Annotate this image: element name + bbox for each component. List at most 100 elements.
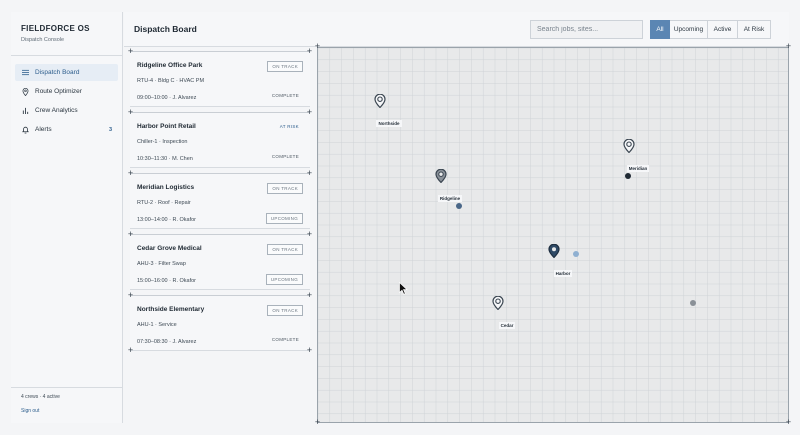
job-time: 09:00–10:00 · J. Alvarez [137, 95, 197, 101]
sidebar-footer: 4 crews · 4 active Sign out [11, 387, 122, 423]
crosshair-icon: + [127, 290, 134, 300]
crosshair-icon: + [127, 46, 134, 56]
sign-out-link[interactable]: Sign out [21, 408, 112, 414]
sidebar: FIELDFORCE OS Dispatch Console Dispatch … [11, 12, 123, 423]
map-pin-label: Cedar [498, 322, 516, 329]
divider [130, 234, 310, 235]
location-pin-icon [548, 244, 560, 258]
divider [130, 295, 310, 296]
page-title: Dispatch Board [134, 24, 197, 34]
phase-badge: COMPLETE [271, 154, 299, 159]
divider [130, 112, 310, 113]
map-pin-label: Northside [376, 120, 402, 127]
crosshair-icon: + [785, 417, 792, 427]
job-name: Ridgeline Office Park [137, 62, 203, 69]
map-pin-cedar[interactable]: Cedar [492, 296, 522, 332]
status-badge: ON TRACK [267, 61, 303, 72]
job-description: RTU-4 · Bldg C · HVAC PM [137, 78, 205, 84]
search-input[interactable] [530, 20, 643, 39]
crosshair-icon: + [306, 290, 313, 300]
job-card[interactable]: + + Meridian Logistics RTU-2 · Roof · Re… [128, 169, 312, 229]
job-name: Northside Elementary [137, 306, 205, 313]
job-description: Chiller-1 · Inspection [137, 139, 188, 145]
crosshair-icon: + [306, 229, 313, 239]
crosshair-icon: + [785, 41, 792, 51]
job-list: + + Ridgeline Office Park RTU-4 · Bldg C… [128, 47, 312, 357]
job-time: 10:30–11:30 · M. Chen [137, 156, 193, 162]
location-pin-icon [435, 169, 447, 183]
status-badge: ON TRACK [267, 244, 303, 255]
filter-group: All Upcoming Active At Risk [650, 20, 771, 39]
crosshair-icon: + [127, 168, 134, 178]
crew-marker[interactable] [625, 173, 631, 179]
job-name: Harbor Point Retail [137, 123, 196, 130]
bell-icon [21, 126, 29, 134]
filter-all-button[interactable]: All [650, 20, 670, 39]
mouse-cursor-icon [399, 282, 408, 295]
job-description: RTU-2 · Roof · Repair [137, 200, 191, 206]
map-pin-northside[interactable]: Northside [374, 94, 404, 130]
map-pin-label: Meridian [626, 165, 650, 172]
alerts-count-badge: 3 [108, 126, 112, 133]
map-pin-label: Harbor [553, 270, 573, 277]
job-time: 07:30–08:30 · J. Alvarez [137, 339, 197, 345]
job-card[interactable]: + + Harbor Point Retail Chiller-1 · Insp… [128, 108, 312, 168]
app-subtitle: Dispatch Console [21, 37, 65, 43]
divider [130, 173, 310, 174]
job-card[interactable]: + + Ridgeline Office Park RTU-4 · Bldg C… [128, 47, 312, 107]
sidebar-item-label: Crew Analytics [35, 107, 78, 114]
divider [130, 51, 310, 52]
list-icon [21, 69, 29, 77]
crew-marker[interactable] [456, 203, 462, 209]
location-pin-icon [623, 139, 635, 153]
map-pin-icon [21, 87, 29, 96]
filter-upcoming-button[interactable]: Upcoming [670, 20, 708, 39]
crosshair-icon: + [314, 417, 321, 427]
job-description: AHU-1 · Service [137, 322, 177, 328]
crew-marker[interactable] [690, 300, 696, 306]
crosshair-icon: + [314, 41, 321, 51]
sidebar-item-label: Route Optimizer [35, 88, 82, 95]
status-badge: AT RISK [279, 124, 299, 129]
sidebar-item-alerts[interactable]: Alerts 3 [15, 121, 118, 138]
header: Dispatch Board All Upcoming Active At Ri… [124, 12, 789, 47]
job-time: 15:00–16:00 · R. Okafor [137, 278, 197, 284]
location-pin-icon [492, 296, 504, 310]
job-time: 13:00–14:00 · R. Okafor [137, 217, 197, 223]
sidebar-item-label: Alerts [35, 126, 52, 133]
filter-at-risk-button[interactable]: At Risk [738, 20, 771, 39]
map-pin-ridgeline[interactable]: Ridgeline [435, 169, 465, 205]
map-pin-harbor[interactable]: Harbor [548, 244, 578, 280]
sidebar-item-label: Dispatch Board [35, 69, 80, 76]
job-name: Meridian Logistics [137, 184, 195, 191]
map-pin-meridian[interactable]: Meridian [623, 139, 653, 175]
sidebar-nav: Dispatch Board Route Optimizer Crew Anal… [11, 64, 122, 138]
job-card[interactable]: + + Cedar Grove Medical AHU-3 · Filter S… [128, 230, 312, 290]
status-badge: ON TRACK [267, 183, 303, 194]
crew-marker[interactable] [573, 251, 579, 257]
location-pin-icon [374, 94, 386, 108]
crosshair-icon: + [127, 107, 134, 117]
status-badge: ON TRACK [267, 305, 303, 316]
crosshair-icon: + [127, 345, 134, 355]
filter-active-button[interactable]: Active [708, 20, 738, 39]
job-card[interactable]: + + + + Northside Elementary AHU-1 · Ser… [128, 291, 312, 355]
crosshair-icon: + [306, 107, 313, 117]
job-name: Cedar Grove Medical [137, 245, 202, 252]
phase-badge: COMPLETE [271, 93, 299, 98]
crew-status: 4 crews · 4 active [21, 394, 60, 400]
crosshair-icon: + [306, 168, 313, 178]
app-title: FIELDFORCE OS [21, 24, 90, 33]
brand: FIELDFORCE OS Dispatch Console [11, 12, 122, 56]
map-canvas[interactable]: Northside Ridgeline Meridian Harbor Ceda… [317, 47, 789, 423]
bar-chart-icon [21, 107, 29, 115]
sidebar-item-route-optimizer[interactable]: Route Optimizer [15, 83, 118, 100]
job-description: AHU-3 · Filter Swap [137, 261, 186, 267]
crosshair-icon: + [306, 345, 313, 355]
sidebar-item-dispatch-board[interactable]: Dispatch Board [15, 64, 118, 81]
map-pin-label: Ridgeline [437, 195, 463, 202]
sidebar-item-crew-analytics[interactable]: Crew Analytics [15, 102, 118, 119]
phase-badge: UPCOMING [265, 274, 303, 285]
phase-badge: UPCOMING [265, 213, 303, 224]
crosshair-icon: + [127, 229, 134, 239]
